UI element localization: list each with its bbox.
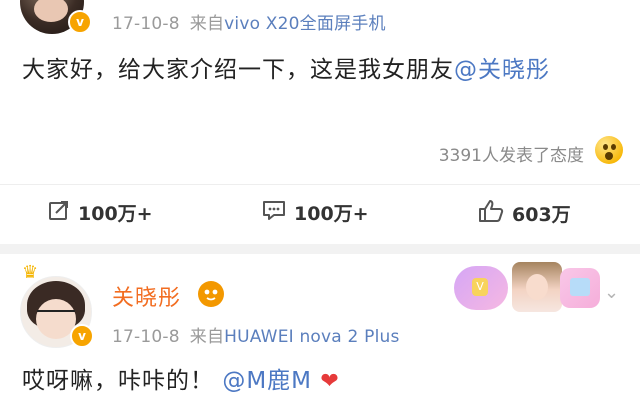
mention-link[interactable]: @M鹿M: [222, 368, 312, 394]
share-count: 100万+: [78, 203, 153, 225]
chevron-down-icon[interactable]: ⌄: [604, 282, 619, 303]
share-icon: [48, 199, 70, 226]
avatar-face: [34, 0, 68, 22]
post-date: 17-10-8: [112, 14, 180, 34]
username-link[interactable]: 关晓彤: [112, 280, 181, 312]
badge-bubble-icon: V: [454, 266, 508, 310]
verified-badge-icon: v: [68, 10, 92, 34]
heart-icon: ❤: [320, 369, 340, 394]
post-meta: 17-10-8 来自vivo X20全面屏手机: [112, 9, 386, 34]
like-button[interactable]: 603万: [478, 199, 571, 228]
post-meta: 17-10-8 来自HUAWEI nova 2 Plus: [112, 322, 400, 347]
comment-icon: [262, 199, 286, 226]
fan-badge-icon[interactable]: [198, 281, 224, 307]
comment-button[interactable]: 100万+: [262, 199, 369, 226]
mention-link[interactable]: @关晓彤: [454, 57, 550, 83]
post-text: 大家好，给大家介绍一下，这是我女朋友@关晓彤: [22, 51, 622, 89]
post-body: 哎呀嘛，咔咔的！: [22, 368, 214, 394]
decorative-card-banner[interactable]: V: [454, 262, 600, 312]
device-link[interactable]: vivo X20全面屏手机: [224, 14, 386, 34]
crown-icon: ♛: [22, 262, 39, 283]
section-separator: [0, 244, 640, 254]
source-prefix: 来自: [189, 14, 225, 34]
badge-bubble-icon: [560, 268, 600, 308]
reactions-summary[interactable]: 3391人发表了态度: [439, 141, 584, 166]
post-date: 17-10-8: [112, 327, 180, 347]
portrait-image: [512, 262, 562, 312]
device-link[interactable]: HUAWEI nova 2 Plus: [224, 327, 399, 347]
post-text: 哎呀嘛，咔咔的！ @M鹿M ❤: [22, 362, 622, 401]
post-body: 大家好，给大家介绍一下，这是我女朋友: [22, 57, 454, 83]
divider: [0, 184, 640, 185]
source-prefix: 来自: [189, 327, 225, 347]
like-count: 603万: [512, 204, 571, 226]
thumbs-up-icon: [478, 199, 504, 228]
surprised-emoji-icon[interactable]: [595, 136, 623, 164]
comment-count: 100万+: [294, 203, 369, 225]
avatar-glasses: [37, 310, 75, 324]
share-button[interactable]: 100万+: [48, 199, 153, 226]
verified-badge-icon: v: [70, 324, 94, 348]
